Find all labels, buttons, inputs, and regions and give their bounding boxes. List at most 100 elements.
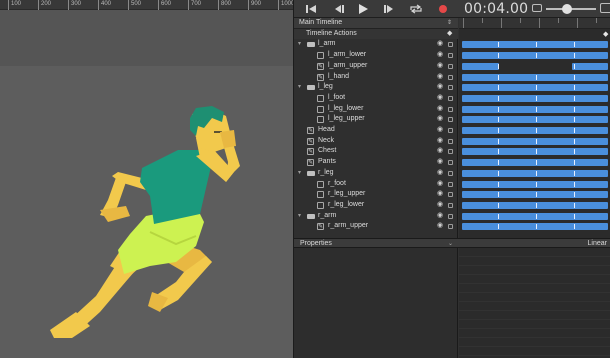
keyframe-marker[interactable] [574, 192, 575, 198]
keyframe-bar[interactable] [462, 105, 608, 113]
keyframe-marker[interactable] [498, 106, 499, 112]
layer-row-r-arm-upper[interactable]: ✎ r_arm_upper ◉ [294, 221, 458, 232]
keyframe-marker[interactable] [536, 42, 537, 48]
keyframe-marker[interactable] [498, 202, 499, 208]
keyframe-bar[interactable] [462, 94, 608, 102]
lock-icon[interactable] [448, 63, 453, 69]
keyframe-marker[interactable] [536, 95, 537, 101]
lock-icon[interactable] [448, 85, 453, 91]
layer-row-chest[interactable]: ✎ Chest ◉ [294, 146, 458, 157]
checkbox-icon[interactable] [317, 180, 324, 188]
lock-icon[interactable] [448, 160, 453, 166]
running-character[interactable] [0, 0, 293, 358]
lock-icon[interactable] [448, 53, 453, 59]
record-icon[interactable] [432, 2, 454, 16]
eye-icon[interactable]: ◉ [437, 82, 445, 93]
keyframe-marker[interactable] [498, 128, 499, 133]
keyframe-marker[interactable] [574, 181, 575, 187]
keyframe-bar[interactable] [462, 116, 608, 124]
keyframe-marker[interactable] [574, 95, 575, 101]
keyframe-bar[interactable] [462, 84, 608, 92]
layer-row-l-hand[interactable]: ✎ l_hand ◉ [294, 72, 458, 83]
layer-row-neck[interactable]: ✎ Neck ◉ [294, 136, 458, 147]
eye-icon[interactable]: ◉ [437, 168, 445, 179]
keyframe-marker[interactable] [498, 42, 499, 48]
eye-icon[interactable]: ◉ [437, 93, 445, 104]
keyframe-diamond-icon[interactable]: ◆ [447, 29, 452, 40]
lock-icon[interactable] [448, 74, 453, 80]
lock-icon[interactable] [448, 128, 453, 133]
keyframe-bar[interactable] [462, 62, 499, 70]
keyframe-marker[interactable] [574, 53, 575, 59]
eye-icon[interactable]: ◉ [437, 72, 445, 83]
keyframe-marker[interactable] [536, 160, 537, 166]
keyframe-marker[interactable] [574, 85, 575, 91]
keyframe-marker[interactable] [536, 85, 537, 91]
keyframe-marker[interactable] [536, 213, 537, 219]
keyframe-bar[interactable] [462, 201, 608, 209]
layer-row-l-leg-lower[interactable]: l_leg_lower ◉ [294, 104, 458, 115]
keyframe-marker[interactable] [536, 192, 537, 198]
lock-icon[interactable] [448, 170, 453, 176]
keyframe-marker[interactable] [536, 117, 537, 123]
lock-icon[interactable] [448, 106, 453, 112]
zoom-out-icon[interactable] [532, 4, 542, 12]
chevron-down-icon[interactable]: ▾ [298, 82, 301, 93]
checkbox-icon[interactable] [317, 116, 324, 124]
keyframe-bar[interactable] [462, 137, 608, 145]
eye-icon[interactable]: ◉ [437, 50, 445, 61]
keyframe-bar[interactable] [462, 159, 608, 167]
keyframe-marker[interactable] [536, 106, 537, 112]
keyframe-marker[interactable] [498, 213, 499, 219]
layer-row-l-foot[interactable]: l_foot ◉ [294, 93, 458, 104]
eye-icon[interactable]: ◉ [437, 189, 445, 200]
keyframe-marker[interactable] [498, 224, 499, 230]
keyframe-marker[interactable] [498, 85, 499, 91]
chevron-down-icon[interactable]: ▾ [298, 168, 301, 179]
checkbox-icon[interactable] [317, 201, 324, 209]
eye-icon[interactable]: ◉ [437, 211, 445, 222]
checkbox-icon[interactable] [317, 105, 324, 113]
layer-row-l-arm[interactable]: ▾ l_arm ◉ [294, 39, 458, 50]
timeline-actions-row[interactable]: Timeline Actions ◆ [294, 28, 458, 40]
keyframe-marker[interactable] [574, 128, 575, 133]
keyframe-marker[interactable] [574, 74, 575, 80]
keyframe-bar[interactable] [462, 191, 608, 199]
keyframe-bar[interactable] [462, 180, 608, 188]
lock-icon[interactable] [448, 117, 453, 123]
keyframe-marker[interactable] [536, 53, 537, 59]
keyframe-marker[interactable] [536, 224, 537, 230]
artboard-canvas[interactable]: 100 200 300 400 500 600 700 800 900 1000 [0, 0, 293, 358]
eye-icon[interactable]: ◉ [437, 114, 445, 125]
keyframe-marker[interactable] [498, 117, 499, 123]
layer-row-r-leg[interactable]: ▾ r_leg ◉ [294, 168, 458, 179]
lock-icon[interactable] [448, 202, 453, 208]
keyframe-marker[interactable] [574, 42, 575, 48]
keyframe-marker[interactable] [536, 74, 537, 80]
zoom-in-icon[interactable] [600, 3, 610, 13]
layer-row-r-arm[interactable]: ▾ r_arm ◉ [294, 211, 458, 222]
eye-icon[interactable]: ◉ [437, 136, 445, 147]
layer-row-l-leg-upper[interactable]: l_leg_upper ◉ [294, 114, 458, 125]
eye-icon[interactable]: ◉ [437, 221, 445, 232]
eye-icon[interactable]: ◉ [437, 125, 445, 136]
eye-icon[interactable]: ◉ [437, 61, 445, 72]
skip-to-start-icon[interactable] [300, 2, 322, 16]
checkbox-icon[interactable] [317, 94, 324, 102]
keyframe-marker[interactable] [498, 170, 499, 176]
chevron-updown-icon[interactable]: ⇕ [447, 18, 452, 29]
layer-row-pants[interactable]: ✎ Pants ◉ [294, 157, 458, 168]
lock-icon[interactable] [448, 181, 453, 187]
keyframe-marker[interactable] [498, 138, 499, 144]
keyframe-marker[interactable] [498, 74, 499, 80]
keyframe-marker[interactable] [498, 95, 499, 101]
checkbox-icon[interactable] [317, 52, 324, 60]
keyframe-bar[interactable] [462, 212, 608, 220]
keyframe-bar[interactable] [462, 148, 608, 156]
keyframe-marker[interactable] [498, 63, 499, 69]
eye-icon[interactable]: ◉ [437, 179, 445, 190]
loop-icon[interactable] [405, 2, 427, 16]
eye-icon[interactable]: ◉ [437, 200, 445, 211]
keyframe-marker[interactable] [574, 63, 575, 69]
eye-icon[interactable]: ◉ [437, 146, 445, 157]
